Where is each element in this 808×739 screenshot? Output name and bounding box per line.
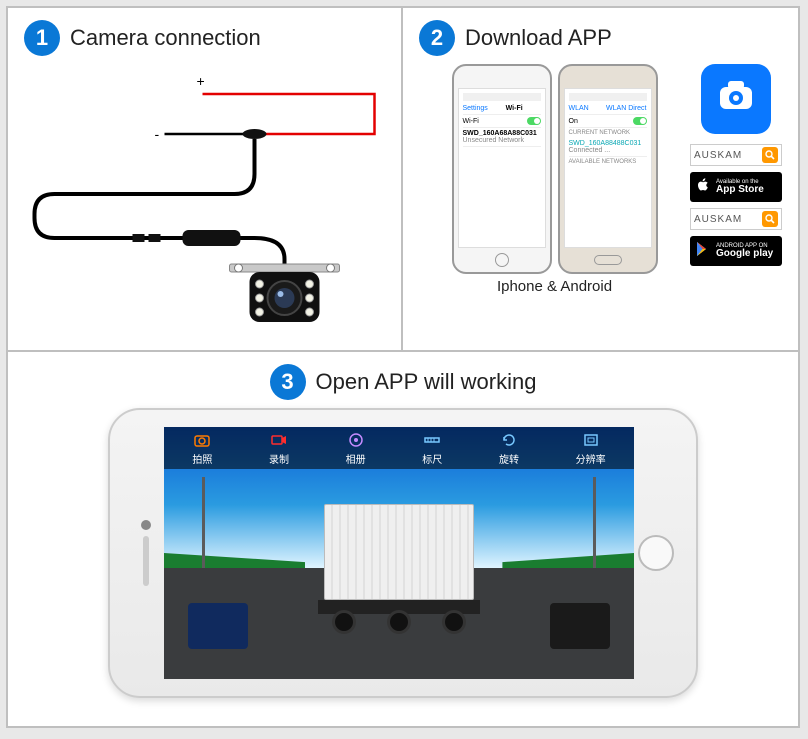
search-icon xyxy=(762,147,778,163)
tb-rotate: 旋转 xyxy=(499,431,519,466)
step-3-panel: 3 Open APP will working xyxy=(8,352,798,726)
search-text-2: AUSKAM xyxy=(694,214,742,225)
tb-resolution: 分辨率 xyxy=(576,431,606,466)
ios-network-sub: Unsecured Network xyxy=(463,137,524,144)
ios-wifi-label: Wi-Fi xyxy=(463,118,479,125)
step-2-header: 2 Download APP xyxy=(419,20,782,56)
and-on-label: On xyxy=(569,118,578,125)
and-nav-back: WLAN xyxy=(569,105,589,112)
home-button xyxy=(638,535,674,571)
resolution-icon xyxy=(582,431,600,449)
step-2-panel: 2 Download APP Settings Wi-Fi xyxy=(403,8,798,350)
ios-wifi-toggle xyxy=(527,117,541,125)
search-badge-play: AUSKAM xyxy=(690,208,782,230)
rotate-icon xyxy=(500,431,518,449)
instruction-card: 1 Camera connection + - xyxy=(6,6,800,728)
app-toolbar: 拍照 录制 相册 标尺 xyxy=(164,427,634,469)
step-1-badge: 1 xyxy=(24,20,60,56)
search-text-1: AUSKAM xyxy=(694,150,742,161)
step-1-title: Camera connection xyxy=(70,25,261,51)
appstore-t2: App Store xyxy=(716,185,764,195)
appstore-badge: Available on the App Store xyxy=(690,172,782,202)
step-3-header: 3 Open APP will working xyxy=(24,364,782,400)
bp-right-bezel xyxy=(634,535,678,571)
truck-graphic xyxy=(324,504,474,634)
and-sect-current: CURRENT NETWORK xyxy=(569,128,647,138)
ios-network-name: SWD_160A68A88C031 xyxy=(463,130,537,137)
store-badges: AUSKAM Available on the App Store xyxy=(690,64,782,266)
row-1: 1 Camera connection + - xyxy=(8,8,798,352)
bigphone: 拍照 录制 相册 标尺 xyxy=(108,408,698,698)
android-mock: WLAN WLAN Direct On CURRENT NETWORK xyxy=(558,64,658,274)
and-network-name: SWD_160A88488C031 xyxy=(569,140,642,147)
ios-nav-back: Settings xyxy=(463,105,488,112)
plus-label: + xyxy=(197,73,205,89)
tb-photo: 拍照 xyxy=(192,431,212,466)
tb-ruler: 标尺 xyxy=(422,431,442,466)
search-icon xyxy=(762,211,778,227)
tb-record: 录制 xyxy=(269,431,289,466)
ios-nav-title: Wi-Fi xyxy=(506,105,523,112)
search-badge-appstore: AUSKAM xyxy=(690,144,782,166)
phones-pair: Settings Wi-Fi Wi-Fi SWD_160A68A88C031 xyxy=(419,64,690,274)
play-t2: Google play xyxy=(716,249,773,259)
bp-left-bezel xyxy=(128,520,164,586)
step-3-title: Open APP will working xyxy=(316,369,537,395)
iphone-mock: Settings Wi-Fi Wi-Fi SWD_160A68A88C031 xyxy=(452,64,552,274)
and-sect-avail: AVAILABLE NETWORKS xyxy=(569,157,647,167)
step-1-panel: 1 Camera connection + - xyxy=(8,8,403,350)
step-3-badge: 3 xyxy=(270,364,306,400)
and-network-sub: Connected ... xyxy=(569,147,611,154)
tb-gallery: 相册 xyxy=(346,431,366,466)
step-2-badge: 2 xyxy=(419,20,455,56)
step-2-body: Settings Wi-Fi Wi-Fi SWD_160A68A88C031 xyxy=(419,64,782,324)
apple-icon xyxy=(695,177,711,198)
record-icon xyxy=(270,431,288,449)
bp-screen: 拍照 录制 相册 标尺 xyxy=(164,427,634,679)
bigphone-wrap: 拍照 录制 相册 标尺 xyxy=(24,408,782,698)
step-2-title: Download APP xyxy=(465,25,612,51)
gallery-icon xyxy=(347,431,365,449)
googleplay-badge: ANDROID APP ON Google play xyxy=(690,236,782,266)
and-nav-right: WLAN Direct xyxy=(606,105,646,112)
ruler-icon xyxy=(423,431,441,449)
phones-caption: Iphone & Android xyxy=(419,278,690,295)
camera-icon xyxy=(193,431,211,449)
step-1-header: 1 Camera connection xyxy=(24,20,385,56)
minus-label: - xyxy=(155,126,160,142)
and-wifi-toggle xyxy=(633,117,647,125)
wiring-diagram: + - xyxy=(24,64,385,334)
play-icon xyxy=(695,241,711,262)
app-icon xyxy=(701,64,771,134)
